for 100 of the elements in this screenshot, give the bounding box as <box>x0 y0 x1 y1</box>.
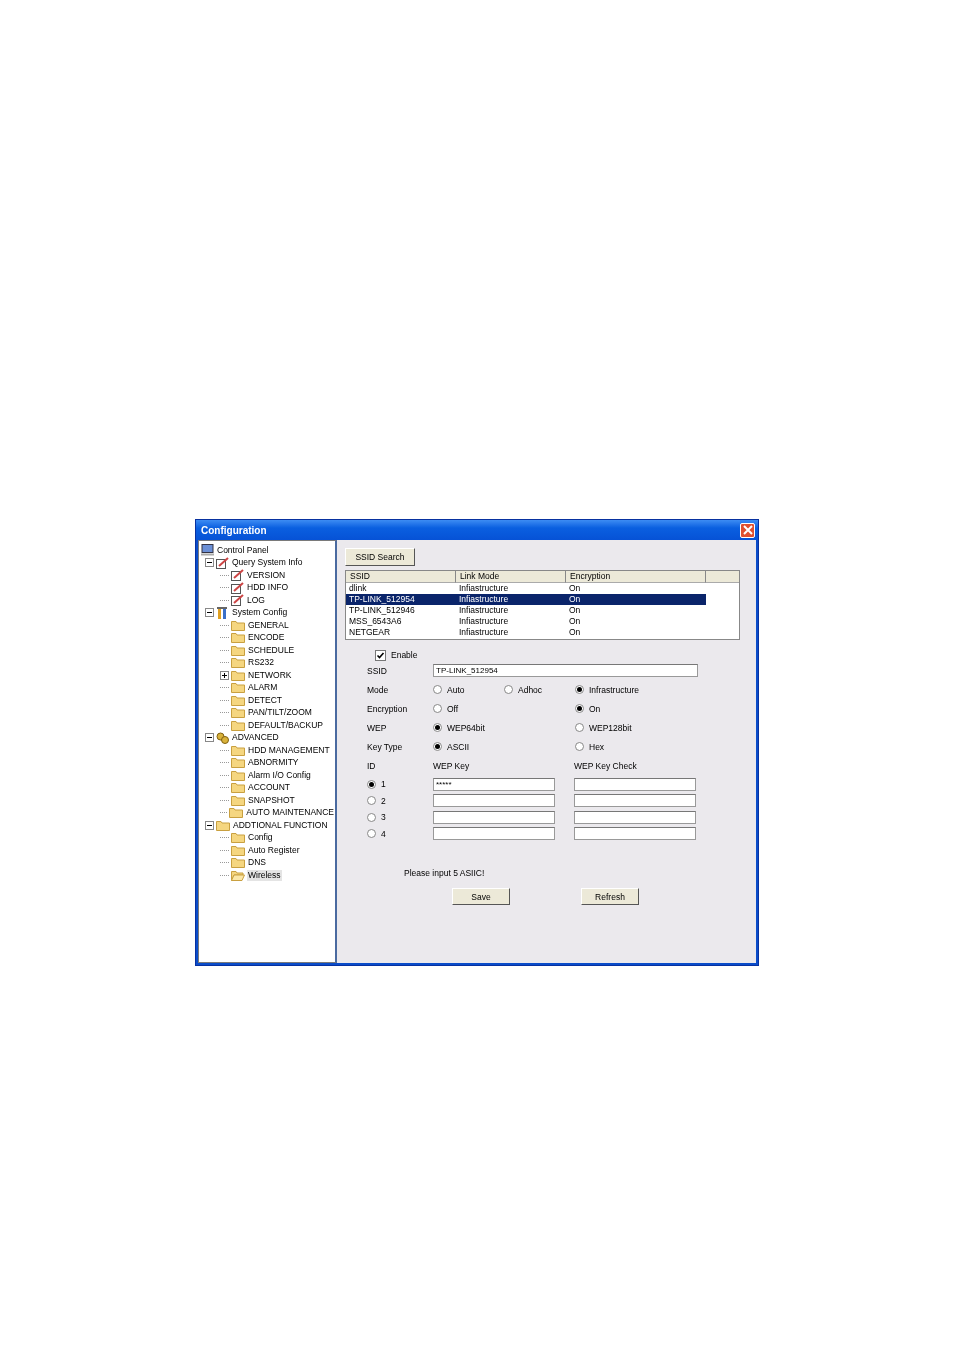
ssid-row[interactable]: MSS_6543A6 Infiastructure On <box>346 616 706 627</box>
tree-item[interactable]: ALARM <box>247 682 279 694</box>
tree-item[interactable]: Control Panel <box>216 544 270 556</box>
radio-button[interactable] <box>433 685 442 694</box>
tree-item[interactable]: DNS <box>247 857 267 869</box>
table-cell-text: Infiastructure <box>458 583 510 594</box>
radio-button[interactable] <box>575 723 584 732</box>
tree-item[interactable]: ACCOUNT <box>247 782 292 794</box>
tree-item[interactable]: Config <box>247 832 274 844</box>
radio-button[interactable] <box>433 704 442 713</box>
notepad-pencil-icon <box>231 581 244 594</box>
ssid-row[interactable]: dlink Infiastructure On <box>346 583 706 594</box>
close-icon <box>742 525 753 535</box>
tree-item[interactable]: ENCODE <box>247 632 286 644</box>
radio-button[interactable] <box>367 796 376 806</box>
expander-icon[interactable] <box>205 608 214 618</box>
table-cell-text: Infiastructure <box>458 627 510 638</box>
expander-icon[interactable] <box>205 820 214 830</box>
wep-key-input[interactable] <box>433 794 555 808</box>
wep-key-check-input[interactable] <box>574 777 696 791</box>
tree-item[interactable]: ADDTIONAL FUNCTION <box>232 819 329 831</box>
table-cell-text: On <box>568 583 582 594</box>
tree-item[interactable]: ABNORMITY <box>247 757 300 769</box>
tree-item[interactable]: GENERAL <box>247 619 290 631</box>
table-cell-text: MSS_6543A6 <box>348 616 403 627</box>
radio-button[interactable] <box>433 742 442 751</box>
tree-item[interactable]: HDD MANAGEMENT <box>247 744 331 756</box>
tree-item[interactable]: PAN/TILT/ZOOM <box>247 707 313 719</box>
expander-icon[interactable] <box>205 558 214 568</box>
radio-button[interactable] <box>367 779 376 789</box>
tree-item[interactable]: RS232 <box>247 657 275 669</box>
tree-item[interactable]: DEFAULT/BACKUP <box>247 719 324 731</box>
computer-icon <box>201 544 214 557</box>
folder-icon <box>231 844 245 856</box>
radio-button[interactable] <box>575 685 584 694</box>
action-button[interactable]: Refresh <box>581 888 639 905</box>
ssid-row[interactable]: TP-LINK_512954 Infiastructure On <box>346 594 706 605</box>
folder-icon <box>231 694 245 706</box>
wep-key-input[interactable] <box>433 810 555 824</box>
table-cell-text: On <box>568 605 582 616</box>
table-cell-text: Infiastructure <box>458 616 510 627</box>
tree-item[interactable]: Wireless <box>247 869 282 881</box>
tree-item[interactable]: System Config <box>231 607 289 619</box>
tree-item[interactable]: ADVANCED <box>231 732 280 744</box>
field-label: Key Type <box>367 741 404 752</box>
action-button[interactable]: Save <box>452 888 510 905</box>
wep-key-check-input[interactable] <box>574 794 696 808</box>
enable-checkbox[interactable] <box>375 649 386 661</box>
table-cell-text: TP-LINK_512954 <box>348 594 416 605</box>
expander-icon[interactable] <box>205 733 214 743</box>
column-header[interactable]: SSID <box>346 571 456 583</box>
option-label: WEP128bit <box>589 722 632 733</box>
ssid-row[interactable]: NETGEAR Infiastructure On <box>346 627 706 638</box>
tree-item[interactable]: Alarm I/O Config <box>247 769 312 781</box>
radio-button[interactable] <box>367 829 376 839</box>
table-cell-text: Infiastructure <box>458 605 510 616</box>
folder-icon <box>231 857 245 869</box>
radio-button[interactable] <box>575 704 584 713</box>
open-folder-icon <box>231 869 245 881</box>
option-label: WEP64bit <box>447 722 485 733</box>
tree-item[interactable]: SNAPSHOT <box>247 794 296 806</box>
folder-icon <box>231 682 245 694</box>
radio-button[interactable] <box>433 723 442 732</box>
table-cell-text: NETGEAR <box>348 627 392 638</box>
folder-icon <box>231 782 245 794</box>
folder-icon <box>231 719 245 731</box>
radio-button[interactable] <box>504 685 513 694</box>
tree-item[interactable]: DETECT <box>247 694 283 706</box>
column-header[interactable]: Encryption <box>566 571 706 583</box>
option-label: Auto <box>447 684 465 695</box>
tree-item[interactable]: HDD INFO <box>246 582 290 594</box>
key-id: 4 <box>381 828 386 839</box>
tree-item[interactable]: Query System Info <box>231 557 304 569</box>
wep-key-input[interactable] <box>433 827 555 841</box>
close-button[interactable] <box>740 522 755 538</box>
radio-button[interactable] <box>575 742 584 751</box>
tree-item[interactable]: LOG <box>246 594 266 606</box>
folder-icon <box>231 707 245 719</box>
tree-item[interactable]: Auto Register <box>247 844 301 856</box>
radio-button[interactable] <box>367 812 376 822</box>
column-label: WEP Key <box>433 761 471 771</box>
tree-item[interactable]: SCHEDULE <box>247 644 296 656</box>
expander-icon[interactable] <box>220 670 229 680</box>
wep-key-input[interactable]: ***** <box>433 777 555 791</box>
ssid-search-button[interactable]: SSID Search <box>345 548 415 566</box>
field-label: WEP <box>367 722 388 733</box>
ssid-input[interactable]: TP-LINK_512954 <box>433 664 698 677</box>
ssid-row[interactable]: TP-LINK_512946 Infiastructure On <box>346 605 706 616</box>
wep-key-check-input[interactable] <box>574 810 696 824</box>
tree-item[interactable]: VERSION <box>246 569 287 581</box>
table-cell-text: dlink <box>348 583 368 594</box>
wep-key-check-input[interactable] <box>574 827 696 841</box>
table-cell-text: Infiastructure <box>458 594 510 605</box>
gears-icon <box>216 731 229 744</box>
notepad-pencil-icon <box>216 556 229 569</box>
tree-item[interactable]: NETWORK <box>247 669 293 681</box>
tree-item[interactable]: AUTO MAINTENANCE <box>245 807 335 819</box>
column-header[interactable]: Link Mode <box>456 571 566 583</box>
folder-icon <box>216 819 230 831</box>
notepad-pencil-icon <box>231 569 244 582</box>
